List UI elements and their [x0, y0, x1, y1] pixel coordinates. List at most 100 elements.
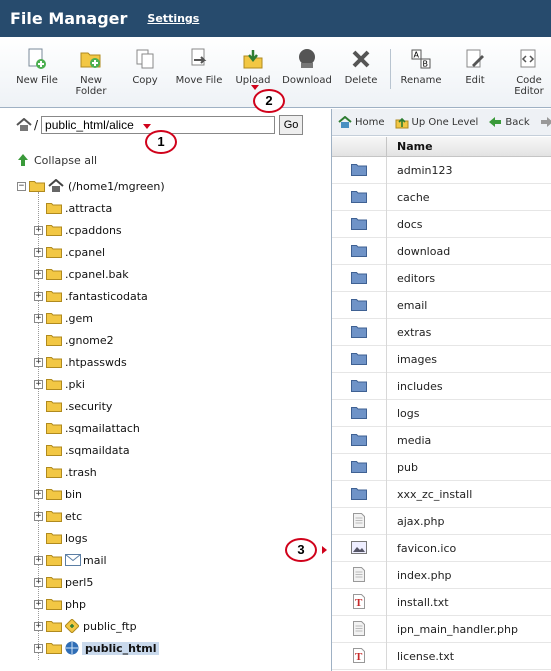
up-one-level-button[interactable]: Up One Level — [395, 116, 478, 129]
back-button[interactable]: Back — [488, 116, 530, 128]
new-folder-label-1: New — [80, 75, 102, 86]
file-row[interactable]: admin123 — [332, 157, 551, 184]
upload-button[interactable]: Upload — [225, 48, 281, 86]
tree-folder-node[interactable]: + mail — [34, 552, 107, 568]
file-row[interactable]: docs — [332, 211, 551, 238]
file-row[interactable]: images — [332, 346, 551, 373]
file-row[interactable]: includes — [332, 373, 551, 400]
expand-toggle[interactable]: + — [34, 577, 43, 587]
file-name: images — [397, 353, 437, 366]
tree-folder-node[interactable]: .sqmailattach — [34, 420, 140, 436]
tree-folder-node[interactable]: + perl5 — [34, 574, 93, 590]
new-file-button[interactable]: New File — [9, 48, 65, 86]
tree-folder-node[interactable]: + public_ftp — [34, 618, 137, 634]
folder-icon — [351, 460, 367, 476]
file-row[interactable]: editors — [332, 265, 551, 292]
name-column-header[interactable]: Name — [397, 140, 433, 153]
tree-folder-node[interactable]: + php — [34, 596, 86, 612]
folder-icon — [351, 217, 367, 233]
app-title: File Manager — [10, 9, 128, 28]
file-row[interactable]: email — [332, 292, 551, 319]
expand-toggle[interactable]: + — [34, 599, 43, 609]
mail-envelope-icon — [65, 554, 81, 566]
file-row[interactable]: download — [332, 238, 551, 265]
copy-button[interactable]: Copy — [117, 48, 173, 86]
tree-folder-node[interactable]: + .gem — [34, 310, 93, 326]
tree-folder-node[interactable]: .trash — [34, 464, 97, 480]
file-row[interactable]: pub — [332, 454, 551, 481]
tree-folder-node[interactable]: + public_html — [34, 640, 160, 656]
expand-toggle[interactable]: + — [34, 225, 43, 235]
new-folder-icon — [80, 52, 101, 68]
go-button[interactable]: Go — [279, 115, 304, 135]
collapse-all-link[interactable]: Collapse all — [16, 153, 97, 167]
expand-toggle[interactable]: + — [34, 511, 43, 521]
tree-folder-node[interactable]: .gnome2 — [34, 332, 114, 348]
file-row[interactable]: logs — [332, 400, 551, 427]
expand-toggle[interactable]: + — [34, 621, 43, 631]
callout-2-pointer — [251, 85, 259, 90]
tree-folder-node[interactable]: + .fantasticodata — [34, 288, 148, 304]
tree-folder-node[interactable]: + .htpasswds — [34, 354, 127, 370]
tree-folder-node[interactable]: + .pki — [34, 376, 85, 392]
expand-toggle[interactable]: + — [34, 291, 43, 301]
text-file-icon: T — [353, 647, 365, 666]
new-folder-button[interactable]: New Folder — [63, 48, 119, 97]
move-file-button[interactable]: Move File — [171, 48, 227, 86]
expand-toggle[interactable]: + — [34, 555, 43, 565]
file-row[interactable]: cache — [332, 184, 551, 211]
file-icon-cell — [332, 211, 387, 238]
tree-folder-node[interactable]: + .cpanel — [34, 244, 105, 260]
expand-toggle[interactable]: + — [34, 247, 43, 257]
folder-icon — [46, 400, 62, 412]
tree-folder-node[interactable]: .security — [34, 398, 112, 414]
rename-button[interactable]: AB Rename — [393, 48, 449, 86]
code-editor-button[interactable]: Code Editor — [501, 48, 551, 97]
expand-toggle[interactable]: + — [34, 489, 43, 499]
tree-folder-node[interactable]: + etc — [34, 508, 82, 524]
tree-folder-node[interactable]: .sqmaildata — [34, 442, 130, 458]
expand-toggle[interactable]: + — [34, 379, 43, 389]
file-row[interactable]: Tlicense.txt — [332, 643, 551, 670]
delete-button[interactable]: Delete — [333, 48, 389, 86]
folder-icon — [46, 510, 62, 522]
expand-toggle[interactable]: + — [34, 269, 43, 279]
tree-root-node[interactable]: − (/home1/mgreen) — [17, 178, 165, 194]
file-icon-cell — [332, 508, 387, 535]
file-row[interactable]: ajax.php — [332, 508, 551, 535]
folder-icon — [46, 268, 62, 280]
edit-label: Edit — [465, 75, 485, 86]
file-row[interactable]: Tinstall.txt — [332, 589, 551, 616]
home-nav-icon — [338, 115, 352, 128]
tree-folder-node[interactable]: + .cpaddons — [34, 222, 122, 238]
folder-icon — [351, 379, 367, 395]
collapse-toggle[interactable]: − — [17, 181, 26, 191]
file-row[interactable]: favicon.ico — [332, 535, 551, 562]
icon-column-header[interactable] — [332, 137, 387, 157]
file-row[interactable]: extras — [332, 319, 551, 346]
download-button[interactable]: Download — [279, 48, 335, 86]
edit-button[interactable]: Edit — [447, 48, 503, 86]
file-name: logs — [397, 407, 420, 420]
settings-link[interactable]: Settings — [147, 12, 199, 25]
tree-folder-label: mail — [83, 553, 107, 567]
tree-folder-node[interactable]: + bin — [34, 486, 82, 502]
expand-toggle[interactable]: + — [34, 313, 43, 323]
file-row[interactable]: media — [332, 427, 551, 454]
tree-folder-node[interactable]: + .cpanel.bak — [34, 266, 129, 282]
svg-text:T: T — [355, 597, 363, 609]
folder-icon — [46, 202, 62, 214]
forward-button[interactable] — [540, 116, 551, 128]
file-row[interactable]: index.php — [332, 562, 551, 589]
file-row[interactable]: ipn_main_handler.php — [332, 616, 551, 643]
expand-toggle[interactable]: + — [34, 643, 43, 653]
expand-toggle[interactable]: + — [34, 357, 43, 367]
file-row[interactable]: xxx_zc_install — [332, 481, 551, 508]
tree-folder-node[interactable]: logs — [34, 530, 88, 546]
tree-folder-node[interactable]: .attracta — [34, 200, 112, 216]
home-button[interactable]: Home — [338, 115, 385, 129]
folder-icon — [46, 312, 62, 324]
file-icon-cell — [332, 427, 387, 454]
